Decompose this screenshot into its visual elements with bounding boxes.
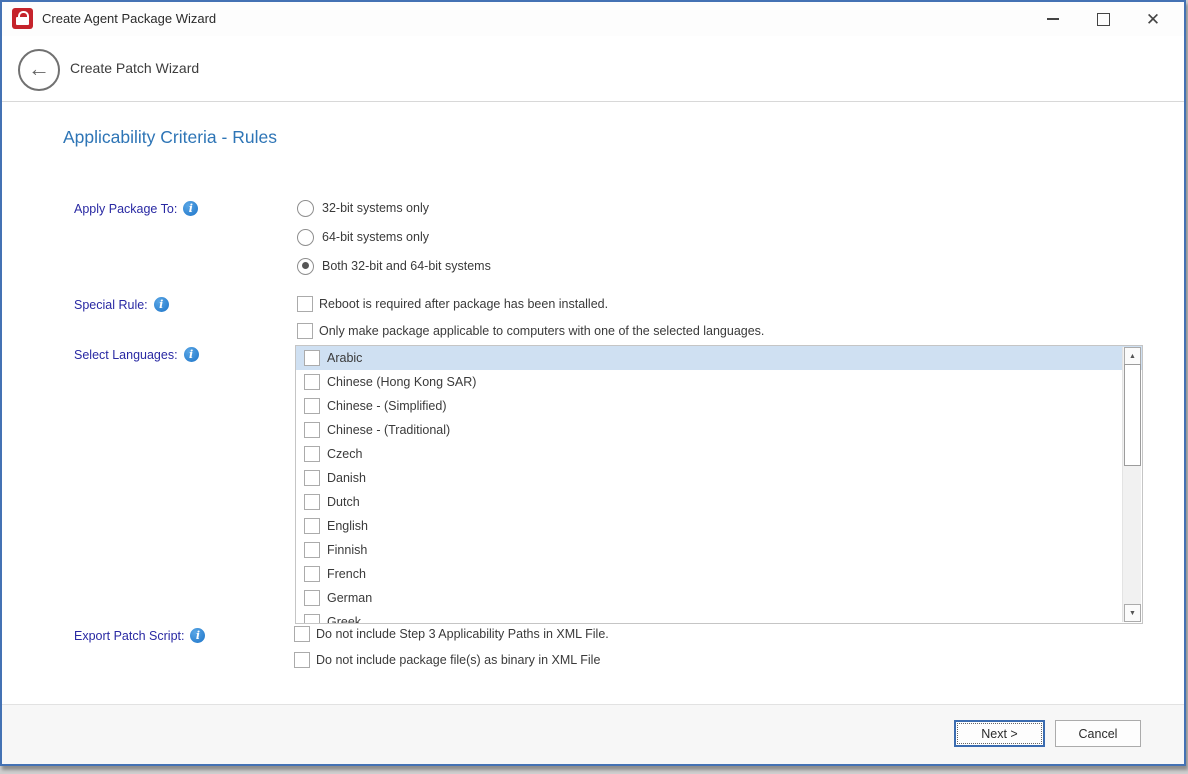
language-label: French	[327, 567, 366, 581]
checkbox-icon[interactable]	[304, 518, 320, 534]
list-item-arabic[interactable]: Arabic	[296, 346, 1142, 370]
radio-32bit[interactable]: 32-bit systems only	[297, 199, 429, 217]
titlebar: Create Agent Package Wizard ✕	[2, 2, 1184, 36]
checkbox-icon[interactable]	[304, 494, 320, 510]
radio-64bit[interactable]: 64-bit systems only	[297, 228, 429, 246]
list-item-czech[interactable]: Czech	[296, 442, 1142, 466]
close-button[interactable]: ✕	[1128, 2, 1178, 36]
special-rule-text: Special Rule:	[74, 298, 148, 312]
language-label: Danish	[327, 471, 366, 485]
scroll-down-button[interactable]: ▼	[1124, 604, 1141, 622]
window-title: Create Agent Package Wizard	[42, 2, 216, 36]
checkbox-icon[interactable]	[297, 296, 313, 312]
checkbox-exclude-binary[interactable]: Do not include package file(s) as binary…	[294, 651, 600, 669]
radio-label: 64-bit systems only	[322, 230, 429, 244]
checkbox-icon[interactable]	[304, 398, 320, 414]
language-label: Czech	[327, 447, 362, 461]
special-rule-label: Special Rule: i	[74, 297, 169, 312]
listbox-scrollbar[interactable]: ▲ ▼	[1122, 347, 1141, 622]
close-icon: ✕	[1146, 11, 1160, 28]
list-item-chinese-traditional[interactable]: Chinese - (Traditional)	[296, 418, 1142, 442]
checkbox-label: Do not include package file(s) as binary…	[316, 653, 600, 667]
language-label: English	[327, 519, 368, 533]
export-patch-script-label: Export Patch Script: i	[74, 628, 205, 643]
list-item-danish[interactable]: Danish	[296, 466, 1142, 490]
language-listbox[interactable]: Arabic Chinese (Hong Kong SAR) Chinese -…	[295, 345, 1143, 624]
language-label: Dutch	[327, 495, 360, 509]
radio-label: 32-bit systems only	[322, 201, 429, 215]
language-label: Finnish	[327, 543, 367, 557]
list-item-dutch[interactable]: Dutch	[296, 490, 1142, 514]
checkbox-icon[interactable]	[304, 614, 320, 624]
page-title: Applicability Criteria - Rules	[63, 127, 277, 148]
apply-package-to-text: Apply Package To:	[74, 202, 177, 216]
minimize-icon	[1047, 18, 1059, 20]
checkbox-exclude-applicability-paths[interactable]: Do not include Step 3 Applicability Path…	[294, 625, 609, 643]
back-button[interactable]: ←	[18, 49, 60, 91]
info-icon[interactable]: i	[154, 297, 169, 312]
info-icon[interactable]: i	[190, 628, 205, 643]
checkbox-icon[interactable]	[304, 374, 320, 390]
list-item-chinese-hk[interactable]: Chinese (Hong Kong SAR)	[296, 370, 1142, 394]
checkbox-icon[interactable]	[297, 323, 313, 339]
minimize-button[interactable]	[1028, 2, 1078, 36]
language-label: Chinese - (Simplified)	[327, 399, 446, 413]
wizard-window: Create Agent Package Wizard ✕ ← Create P…	[0, 0, 1186, 766]
checkbox-icon[interactable]	[294, 626, 310, 642]
checkbox-icon[interactable]	[304, 590, 320, 606]
checkbox-icon[interactable]	[304, 422, 320, 438]
checkbox-icon[interactable]	[294, 652, 310, 668]
maximize-button[interactable]	[1078, 2, 1128, 36]
apply-package-to-label: Apply Package To: i	[74, 201, 198, 216]
language-label: Greek	[327, 615, 361, 624]
radio-both[interactable]: Both 32-bit and 64-bit systems	[297, 257, 491, 275]
wizard-header: ← Create Patch Wizard	[2, 36, 1184, 102]
checkbox-icon[interactable]	[304, 542, 320, 558]
back-arrow-icon: ←	[28, 58, 50, 80]
radio-circle-icon[interactable]	[297, 258, 314, 275]
checkbox-language-applicable[interactable]: Only make package applicable to computer…	[297, 322, 764, 340]
next-button[interactable]: Next >	[954, 720, 1045, 747]
radio-circle-icon[interactable]	[297, 200, 314, 217]
export-patch-script-text: Export Patch Script:	[74, 629, 184, 643]
triangle-up-icon: ▲	[1129, 353, 1136, 360]
list-item-english[interactable]: English	[296, 514, 1142, 538]
maximize-icon	[1097, 13, 1110, 26]
language-label: German	[327, 591, 372, 605]
select-languages-text: Select Languages:	[74, 348, 178, 362]
lock-body	[16, 17, 29, 25]
checkbox-icon[interactable]	[304, 470, 320, 486]
radio-label: Both 32-bit and 64-bit systems	[322, 259, 491, 273]
info-icon[interactable]: i	[184, 347, 199, 362]
checkbox-reboot-required[interactable]: Reboot is required after package has bee…	[297, 295, 608, 313]
wizard-name: Create Patch Wizard	[70, 36, 199, 101]
window-controls: ✕	[1028, 2, 1178, 36]
checkbox-icon[interactable]	[304, 350, 320, 366]
checkbox-label: Reboot is required after package has bee…	[319, 297, 608, 311]
select-languages-label: Select Languages: i	[74, 347, 199, 362]
app-lock-icon	[12, 8, 33, 29]
scroll-up-button[interactable]: ▲	[1124, 347, 1141, 365]
cancel-button[interactable]: Cancel	[1055, 720, 1141, 747]
scrollbar-thumb[interactable]	[1124, 364, 1141, 466]
checkbox-label: Only make package applicable to computer…	[319, 324, 764, 338]
language-label: Arabic	[327, 351, 362, 365]
checkbox-icon[interactable]	[304, 446, 320, 462]
info-icon[interactable]: i	[183, 201, 198, 216]
list-item-finnish[interactable]: Finnish	[296, 538, 1142, 562]
footer: Next > Cancel	[2, 704, 1184, 764]
list-item-greek[interactable]: Greek	[296, 610, 1142, 624]
triangle-down-icon: ▼	[1129, 610, 1136, 617]
checkbox-label: Do not include Step 3 Applicability Path…	[316, 627, 609, 641]
list-item-chinese-simplified[interactable]: Chinese - (Simplified)	[296, 394, 1142, 418]
radio-circle-icon[interactable]	[297, 229, 314, 246]
checkbox-icon[interactable]	[304, 566, 320, 582]
language-label: Chinese - (Traditional)	[327, 423, 450, 437]
list-item-german[interactable]: German	[296, 586, 1142, 610]
list-item-french[interactable]: French	[296, 562, 1142, 586]
language-label: Chinese (Hong Kong SAR)	[327, 375, 476, 389]
